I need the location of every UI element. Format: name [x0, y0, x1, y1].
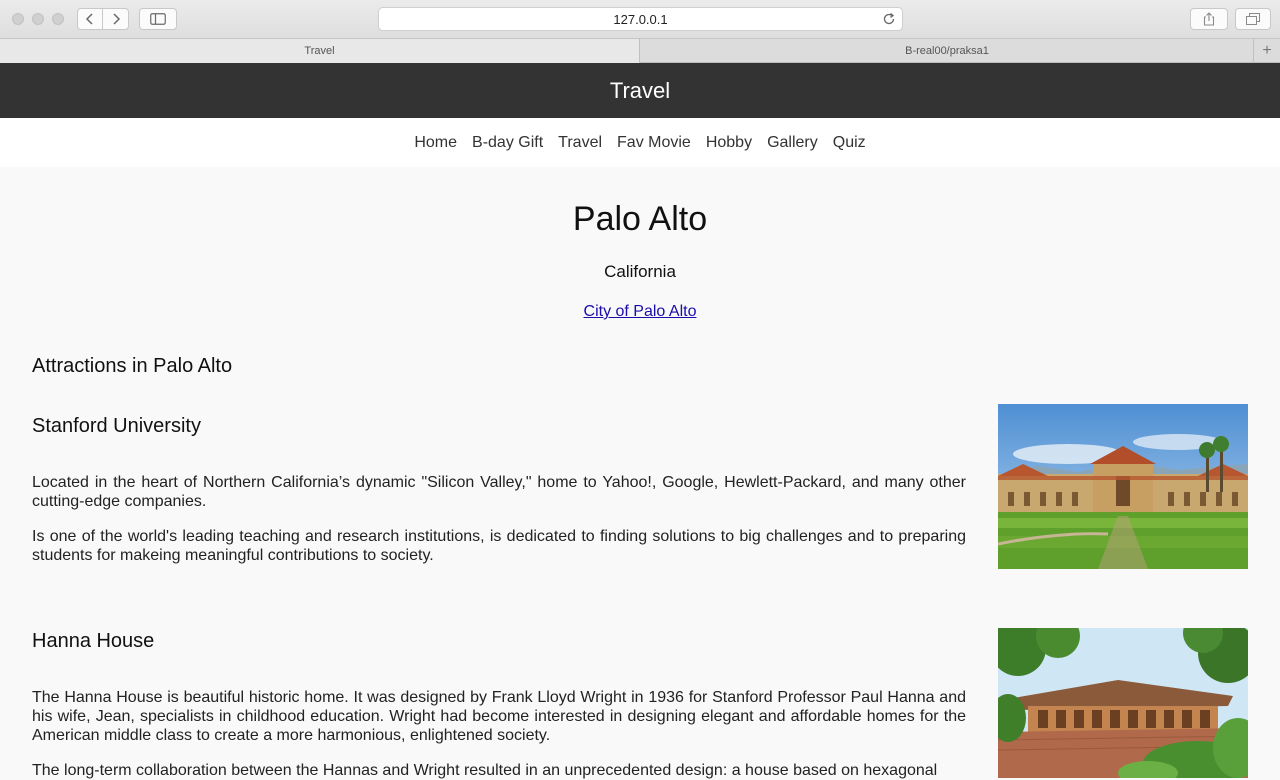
attraction-paragraph: Located in the heart of Northern Califor… [32, 474, 966, 510]
city-link-wrapper: City of Palo Alto [0, 303, 1280, 321]
attraction-paragraph: The long-term collaboration between the … [32, 762, 938, 779]
new-tab-button[interactable]: + [1253, 39, 1280, 63]
address-bar[interactable]: 127.0.0.1 [378, 7, 903, 31]
nav-gallery[interactable]: Gallery [767, 134, 818, 152]
tab-label: B-real00/praksa1 [905, 45, 989, 57]
nav-hobby[interactable]: Hobby [706, 134, 752, 152]
back-button[interactable] [77, 8, 103, 30]
nav-fav-movie[interactable]: Fav Movie [617, 134, 691, 152]
tab-label: Travel [304, 45, 335, 57]
site-header: Travel [0, 63, 1280, 118]
city-of-palo-alto-link[interactable]: City of Palo Alto [584, 303, 697, 320]
chevron-right-icon [112, 13, 120, 25]
share-button[interactable] [1190, 8, 1228, 30]
tab-bar: Travel B-real00/praksa1 + [0, 38, 1280, 63]
plus-icon: + [1262, 42, 1272, 59]
attraction-paragraph: The Hanna House is beautiful historic ho… [32, 689, 966, 744]
tabs-overview-button[interactable] [1235, 8, 1271, 30]
nav-bday-gift[interactable]: B-day Gift [472, 134, 543, 152]
attraction-title-stanford: Stanford University [32, 415, 201, 437]
minimize-window-button[interactable] [32, 13, 44, 25]
attraction-paragraph: Is one of the world's leading teaching a… [32, 528, 966, 564]
zoom-window-button[interactable] [52, 13, 64, 25]
site-title: Travel [609, 77, 671, 103]
hanna-house-photo [998, 628, 1248, 778]
tab-b-real00-praksa1[interactable]: B-real00/praksa1 [639, 39, 1254, 63]
sidebar-icon [150, 13, 166, 25]
sidebar-toggle-button[interactable] [139, 8, 177, 30]
tabs-icon [1246, 13, 1260, 25]
nav-quiz[interactable]: Quiz [833, 134, 866, 152]
nav-home[interactable]: Home [414, 134, 457, 152]
close-window-button[interactable] [12, 13, 24, 25]
tab-travel[interactable]: Travel [0, 39, 639, 63]
attraction-title-hanna-house: Hanna House [32, 630, 155, 652]
address-bar-url: 127.0.0.1 [613, 11, 668, 27]
chevron-left-icon [85, 13, 93, 25]
site-nav: Home B-day Gift Travel Fav Movie Hobby G… [0, 118, 1280, 167]
reload-icon[interactable] [881, 11, 897, 27]
attractions-heading: Attractions in Palo Alto [32, 355, 233, 377]
share-icon [1203, 12, 1215, 26]
browser-toolbar: 127.0.0.1 [0, 0, 1280, 38]
forward-button[interactable] [103, 8, 129, 30]
stanford-university-photo [998, 404, 1248, 569]
nav-travel[interactable]: Travel [558, 134, 602, 152]
page-title: Palo Alto [572, 200, 708, 238]
page-subtitle: California [604, 262, 676, 281]
